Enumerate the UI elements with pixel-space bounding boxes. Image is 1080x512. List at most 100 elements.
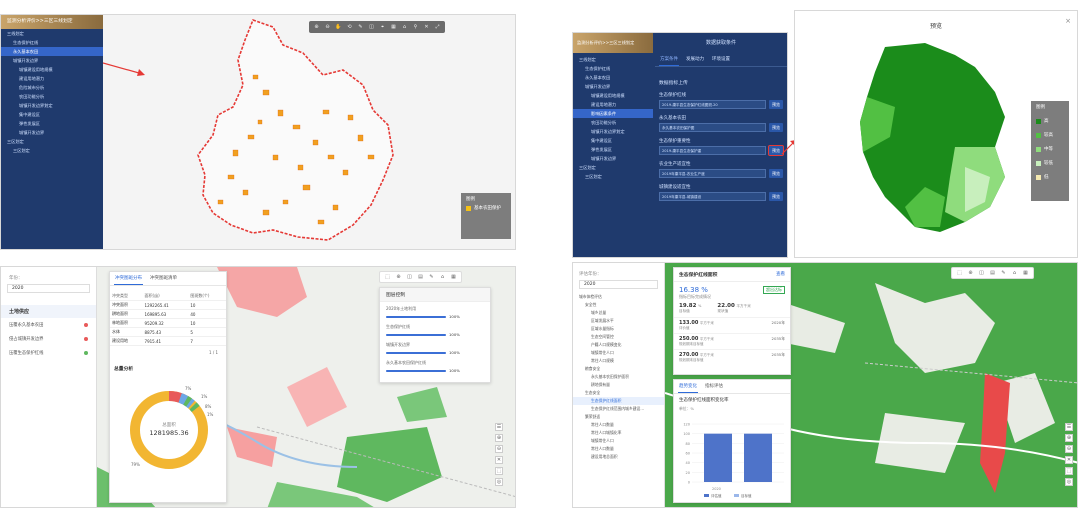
tool-icon[interactable]: ✕ [422, 23, 431, 31]
table-row[interactable]: 建设用地 7915.41 7 [110, 336, 226, 346]
tree-item[interactable]: 建设用地潜力 [573, 100, 653, 109]
tree-item[interactable]: 生态保护红线 [1, 38, 103, 47]
tree-item[interactable]: 城镇开发边界划定 [1, 101, 103, 110]
tree-item[interactable]: 城镇常住人口 [573, 437, 664, 445]
map-tool-icon[interactable]: ☰ [1065, 423, 1073, 431]
chart-tab[interactable]: 指标评估 [704, 380, 724, 393]
stats-tab[interactable]: 冲突图斑分布 [114, 272, 143, 285]
tree-item[interactable]: 城镇常住人口 [573, 349, 664, 357]
preview-button[interactable]: 预览 [769, 169, 783, 178]
table-row[interactable]: 冲突面积 1292265.41 10 [110, 300, 226, 310]
table-pager[interactable]: 1 / 1 [110, 346, 226, 359]
form-tab[interactable]: 环境设置 [711, 53, 731, 66]
tree-item[interactable]: 永久基本农田 [1, 47, 103, 56]
map-canvas[interactable] [103, 15, 516, 250]
tree-item[interactable]: 区域发展水平 [573, 317, 664, 325]
tool-icon[interactable]: ⊕ [966, 269, 975, 277]
opacity-slider[interactable] [386, 369, 446, 372]
tree-item[interactable]: 耕地保有量 [573, 381, 664, 389]
tool-icon[interactable]: ⬚ [383, 273, 392, 281]
tree-item[interactable]: 建设用地潜力 [1, 74, 103, 83]
tree-item[interactable]: 影响因素条件 [573, 109, 653, 118]
tool-icon[interactable]: ⬚ [955, 269, 964, 277]
tool-icon[interactable]: ◫ [977, 269, 986, 277]
tree-item[interactable]: 三区划定 [573, 163, 653, 172]
map-tool-icon[interactable]: ⊕ [1065, 434, 1073, 442]
preview-button[interactable]: 预览 [769, 192, 783, 201]
tree-item[interactable]: 农田功能分析 [573, 118, 653, 127]
tree-item[interactable]: 常住人口规模 [573, 357, 664, 365]
tree-item[interactable]: 生态保护红线范围内城乡建设... [573, 405, 664, 413]
tree-item[interactable]: 三区划定 [573, 172, 653, 181]
tree-item[interactable]: 生态空间管控 [573, 333, 664, 341]
conflict-item[interactable]: 压覆永久基本农田 [1, 318, 96, 332]
tree-item[interactable]: 常住人口数量 [573, 421, 664, 429]
tree-item[interactable]: 户籍人口规模变化 [573, 341, 664, 349]
map-tool-icon[interactable]: ☰ [495, 423, 503, 431]
tree-item[interactable]: 城市体检评估 [573, 293, 664, 301]
field-select[interactable]: 2019年康平县-城镇建设 [659, 192, 766, 201]
year-select[interactable]: 2020 [7, 284, 90, 293]
tool-icon[interactable]: ⌖ [378, 23, 387, 31]
tool-icon[interactable]: ◫ [405, 273, 414, 281]
tree-item[interactable]: 繁荣舒适 [573, 413, 664, 421]
field-select[interactable]: 永久基本农田保护图 [659, 123, 766, 132]
tool-icon[interactable]: ▦ [1021, 269, 1030, 277]
tree-item[interactable]: 三区划定 [1, 146, 103, 155]
tree-item[interactable]: 区域水量指标 [573, 325, 664, 333]
preview-button[interactable]: 预览 [769, 100, 783, 109]
conflict-item[interactable]: 侵占城镇开发边界 [1, 332, 96, 346]
tree-item[interactable]: 城镇建设用地规模 [1, 65, 103, 74]
tool-icon[interactable]: ▤ [988, 269, 997, 277]
tool-icon[interactable]: ⌂ [1010, 269, 1019, 277]
map-tool-icon[interactable]: ⬚ [495, 467, 503, 475]
tree-item[interactable]: 危险城市分析 [1, 83, 103, 92]
chart-tab[interactable]: 趋势变化 [678, 380, 698, 393]
tree-item[interactable]: 永久基本农田保护面积 [573, 373, 664, 381]
tree-item[interactable]: 集中建设区 [573, 136, 653, 145]
opacity-slider[interactable] [386, 315, 446, 318]
tree-item[interactable]: 三线划定 [1, 29, 103, 38]
tree-item[interactable]: 安全性 [573, 301, 664, 309]
preview-button[interactable]: 预览 [769, 123, 783, 132]
conflict-item[interactable]: 压覆生态保护红线 [1, 346, 96, 360]
tree-item[interactable]: 生态保护红线 [573, 64, 653, 73]
tool-icon[interactable]: ⌂ [400, 23, 409, 31]
tree-item[interactable]: 城镇开发边界 [573, 82, 653, 91]
map-tool-icon[interactable]: ⊕ [495, 434, 503, 442]
tree-item[interactable]: 弹性发展区 [573, 145, 653, 154]
tree-item[interactable]: 生态保护红线面积 [573, 397, 664, 405]
tree-item[interactable]: 城镇建设用地规模 [573, 91, 653, 100]
table-row[interactable]: 耕地面积 169895.63 40 [110, 309, 226, 319]
tool-icon[interactable]: ⤢ [433, 23, 442, 31]
tree-item[interactable]: 永久基本农田 [573, 73, 653, 82]
tree-item[interactable]: 城镇开发边界 [1, 128, 103, 137]
tool-icon[interactable]: ⊕ [312, 23, 321, 31]
year-select[interactable]: 2020 [579, 280, 658, 289]
tree-item[interactable]: 城镇开发边界 [573, 154, 653, 163]
tree-item[interactable]: 弹性发展区 [1, 119, 103, 128]
tree-item[interactable]: 农田功能分析 [1, 92, 103, 101]
map-tool-icon[interactable]: ⬚ [1065, 467, 1073, 475]
stats-tab[interactable]: 冲突图斑清单 [149, 272, 178, 285]
map-tool-icon[interactable]: ⊖ [1065, 445, 1073, 453]
map-tool-icon[interactable]: ✕ [495, 456, 503, 464]
form-tab[interactable]: 方案条件 [659, 53, 679, 66]
view-link[interactable]: 查看 [776, 271, 785, 278]
map-tool-icon[interactable]: ✕ [1065, 456, 1073, 464]
opacity-slider[interactable] [386, 333, 446, 336]
tool-icon[interactable]: ⟲ [345, 23, 354, 31]
tree-item[interactable]: 城乡总量 [573, 309, 664, 317]
tool-icon[interactable]: ▦ [389, 23, 398, 31]
table-row[interactable]: 水体 8875.43 5 [110, 327, 226, 337]
field-select[interactable]: 2019-康平县生态保护重 [659, 146, 766, 155]
tool-icon[interactable]: ✎ [427, 273, 436, 281]
tree-item[interactable]: 三线划定 [573, 55, 653, 64]
opacity-slider[interactable] [386, 351, 446, 354]
tool-icon[interactable]: ✋ [334, 23, 343, 31]
tool-icon[interactable]: ⊖ [323, 23, 332, 31]
tree-item[interactable]: 建设用地总面积 [573, 453, 664, 461]
field-select[interactable]: 2019-康平县生态保护红线图斑.20 [659, 100, 766, 109]
tool-icon[interactable]: ▦ [449, 273, 458, 281]
tree-item[interactable]: 集中建设区 [1, 110, 103, 119]
